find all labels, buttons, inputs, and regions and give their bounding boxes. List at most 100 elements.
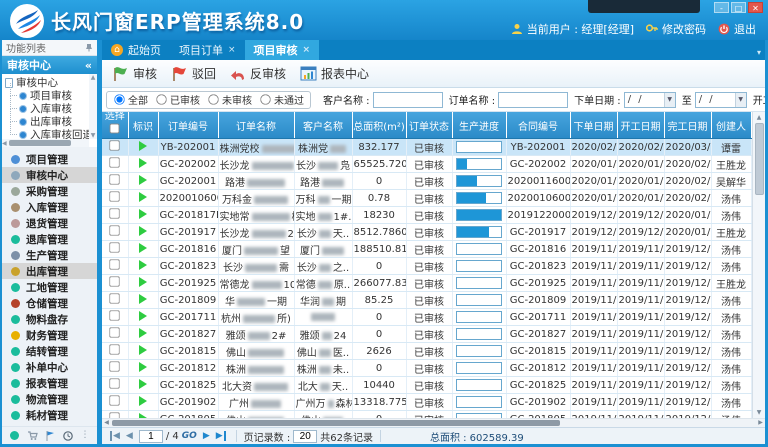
sidebar-item[interactable]: 补单中心 [2,359,97,375]
sidebar-group-header[interactable]: 审核中心 « [2,56,97,74]
sidebar-item[interactable]: 物料盘存 [2,311,97,327]
status-radio[interactable]: 已审核 [155,92,200,107]
order-row[interactable]: GC-201815佛山佛山医..2626已审核GC-2018152019/11/… [102,343,751,360]
cart-icon[interactable] [27,431,38,441]
order-row[interactable]: GC-202001路港路港0已审核202001160012020/01/1620… [102,173,751,190]
order-row[interactable]: GC-201805佛山佛山0已审核GC-2018052019/11/192019… [102,411,751,419]
clock-icon[interactable] [63,431,73,441]
select-all-checkbox[interactable] [110,124,120,134]
row-checkbox[interactable] [110,208,120,218]
page-size-input[interactable] [293,430,317,443]
order-row[interactable]: GC-201816厦门望厦门188510.818已审核GC-2018162019… [102,241,751,258]
sidebar-item[interactable]: 采购管理 [2,183,97,199]
first-page-button[interactable]: ◀ [110,431,120,441]
order-row[interactable]: GC-201902广州广州万森林13318.775已审核GC-201902201… [102,394,751,411]
sidebar-item[interactable]: 财务管理 [2,327,97,343]
row-checkbox[interactable] [110,140,120,150]
close-icon[interactable]: × [228,45,236,55]
tab-project-orders[interactable]: 项目订单 × [170,40,245,60]
row-checkbox[interactable] [110,242,120,252]
sidebar-item[interactable]: 退货管理 [2,215,97,231]
order-date-to-picker[interactable]: / /▼ [695,92,747,108]
column-header[interactable]: 选择 [102,112,128,139]
flag-icon[interactable] [46,431,55,441]
close-button[interactable]: ✕ [748,2,763,13]
sidebar-item[interactable]: 审核中心 [2,167,97,183]
sidebar-item[interactable]: 生产管理 [2,247,97,263]
status-radio[interactable]: 未通过 [259,92,304,107]
change-password-button[interactable]: 修改密码 [646,21,706,37]
dot-icon[interactable] [10,431,19,440]
next-page-button[interactable]: ▶ [203,431,210,441]
order-date-from-picker[interactable]: / /▼ [624,92,676,108]
collapse-icon[interactable]: « [85,59,92,72]
row-checkbox[interactable] [110,395,120,405]
order-row[interactable]: GC-201825北大资北大天..10440已审核GC-2018252019/1… [102,377,751,394]
row-checkbox[interactable] [110,174,120,184]
sidebar-item[interactable]: 结转管理 [2,343,97,359]
column-header[interactable]: 生产进度 [452,112,506,139]
go-button[interactable]: GO [182,431,197,441]
column-header[interactable]: 客户名称 [294,112,352,139]
tab-home[interactable]: ⌂ 起始页 [102,40,170,60]
page-number-input[interactable] [139,430,163,443]
column-header[interactable]: 开工日期 [617,112,664,139]
pin-icon[interactable] [85,43,93,52]
row-checkbox[interactable] [110,310,120,320]
reject-button[interactable]: 驳回 [171,65,216,82]
order-row[interactable]: GC-201809华一期华润期85.25已审核GC-2018092019/11/… [102,292,751,309]
sidebar-item[interactable]: 入库管理 [2,199,97,215]
sidebar-item[interactable]: 报表管理 [2,375,97,391]
row-checkbox[interactable] [110,293,120,303]
sidebar-item[interactable]: 物流管理 [2,391,97,407]
maximize-button[interactable]: □ [731,2,746,13]
order-row[interactable]: YB-202001株洲党校株洲党832.177已审核YB-2020012020/… [102,139,751,156]
order-row[interactable]: GC-201917长沙龙2#长沙天..8512.78600..已审核GC-201… [102,224,751,241]
row-checkbox[interactable] [110,344,120,354]
order-row[interactable]: GC-202002长沙龙长沙凫65525.7200..已审核GC-2020022… [102,156,751,173]
column-header[interactable]: 订单状态 [406,112,452,139]
row-checkbox[interactable] [110,191,120,201]
status-radio[interactable]: 未审核 [207,92,252,107]
status-radio[interactable]: 全部 [113,92,148,107]
tree-vertical-scrollbar[interactable]: ▲▼ [89,74,97,139]
tab-overflow-icon[interactable]: ▾ [757,48,761,57]
order-name-input[interactable] [498,92,568,108]
row-checkbox[interactable] [110,225,120,235]
row-checkbox[interactable] [110,327,120,337]
column-header[interactable]: 订单名称 [218,112,294,139]
row-checkbox[interactable] [110,378,120,388]
more-icon[interactable]: ⋮ [81,431,90,440]
column-header[interactable]: 总面积(m²) [352,112,406,139]
order-row[interactable]: GC-201827雅颂2#雅颂240已审核GC-2018272019/11/20… [102,326,751,343]
customer-name-input[interactable] [373,92,443,108]
column-header[interactable]: 创建人 [711,112,751,139]
column-header[interactable]: 合同编号 [506,112,570,139]
order-row[interactable]: GC-201925常德龙10常德原..266077.835..已审核GC-201… [102,275,751,292]
column-header[interactable]: 标识 [128,112,158,139]
row-checkbox[interactable] [110,276,120,286]
unaudit-button[interactable]: 反审核 [230,65,286,82]
order-row[interactable]: GC-201812株洲株洲未..0已审核GC-2018122019/11/202… [102,360,751,377]
grid-vertical-scrollbar[interactable]: ▲ ▼ [752,112,765,418]
tab-project-audit[interactable]: 项目审核 × [245,40,320,60]
row-checkbox[interactable] [110,157,120,167]
last-page-button[interactable]: ▶ [216,431,226,441]
grid-horizontal-scrollbar[interactable]: ◀ ▶ [102,418,765,427]
logout-button[interactable]: 退出 [718,21,756,37]
column-header[interactable]: 下单日期 [570,112,617,139]
audit-button[interactable]: 审核 [112,65,157,82]
close-icon[interactable]: × [303,45,311,55]
minimize-button[interactable]: - [714,2,729,13]
prev-page-button[interactable]: ◀ [126,431,133,441]
sidebar-item[interactable]: 项目管理 [2,151,97,167]
order-row[interactable]: 20200106001万科金万科一期0.78已审核202001060012020… [102,190,751,207]
order-row[interactable]: GC-201817B实地常栋实地1#..18230已审核201912200022… [102,207,751,224]
order-row[interactable]: GC-201711杭州所)0已审核GC-2017112019/11/202019… [102,309,751,326]
row-checkbox[interactable] [110,259,120,269]
order-row[interactable]: GC-201823长沙需长沙之..0已审核GC-2018232019/11/27… [102,258,751,275]
sidebar-item[interactable]: 出库管理 [2,263,97,279]
row-checkbox[interactable] [110,361,120,371]
column-header[interactable]: 完工日期 [664,112,711,139]
sidebar-item[interactable]: 退库管理 [2,231,97,247]
